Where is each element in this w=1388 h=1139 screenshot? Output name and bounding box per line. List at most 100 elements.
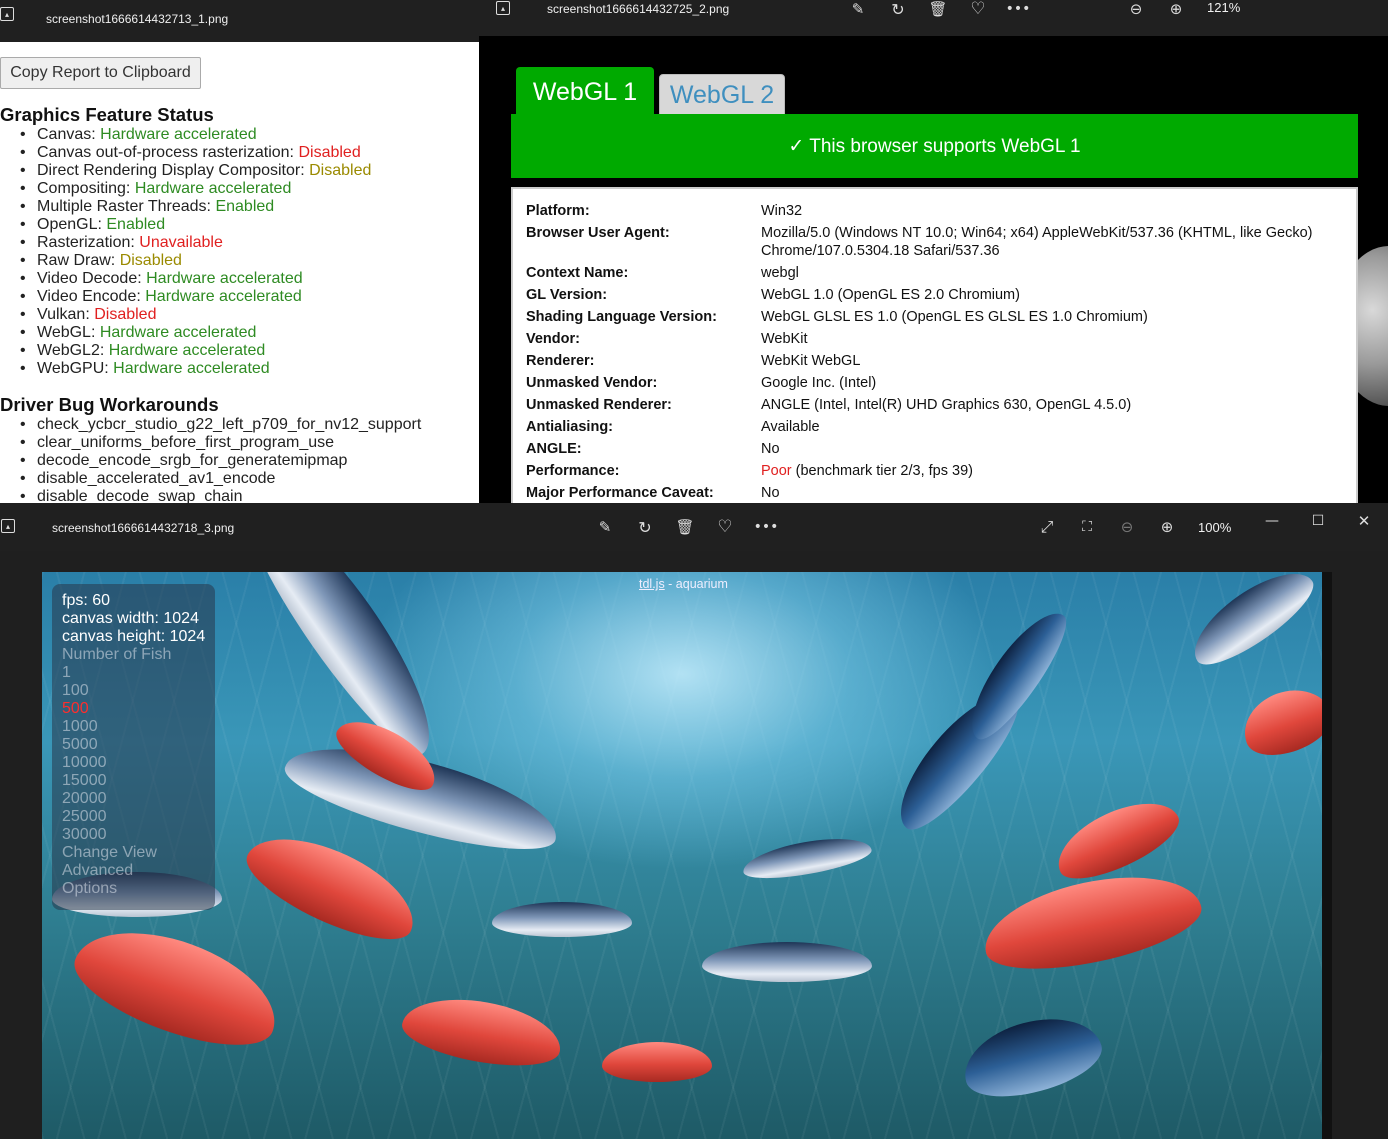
zoom-out-icon[interactable]: ⊖ (1125, 0, 1147, 18)
rotate-icon[interactable]: ↻ (887, 0, 909, 19)
info-value-text: Google Inc. (Intel) (761, 375, 877, 391)
fish-graphic (235, 817, 429, 957)
window-title: screenshot1666614432713_1.png (46, 12, 229, 26)
fish-count-option[interactable]: 1000 (62, 718, 98, 736)
more-icon[interactable]: ••• (754, 517, 779, 537)
aquarium-controls-panel: fps: 60 canvas width: 1024 canvas height: … (52, 584, 215, 910)
info-key: Context Name: (526, 265, 629, 281)
fish-graphic (1234, 678, 1322, 766)
close-icon[interactable]: ✕ (1354, 511, 1374, 531)
menu-item[interactable]: Options (62, 880, 117, 898)
tab-webgl1[interactable]: WebGL 1 (516, 67, 654, 117)
favorite-icon[interactable]: ♡ (714, 517, 736, 537)
workaround-item: check_ycbcr_studio_g22_left_p709_for_nv1… (20, 416, 421, 434)
info-key: Platform: (526, 203, 590, 219)
fish-count-option[interactable]: 10000 (62, 754, 107, 772)
feature-status: Enabled (215, 198, 275, 215)
aquarium-canvas[interactable]: tdl.js - aquarium (42, 572, 1322, 1139)
delete-icon[interactable]: 🗑 (927, 0, 949, 18)
feature-status-item: Vulkan: Disabled (20, 306, 371, 324)
workaround-list: check_ycbcr_studio_g22_left_p709_for_nv1… (20, 416, 421, 503)
feature-status-item: Canvas out-of-process rasterization: Dis… (20, 144, 371, 162)
feature-status-item: Direct Rendering Display Compositor: Dis… (20, 162, 371, 180)
feature-name: Rasterization: (37, 234, 140, 251)
tdl-link[interactable]: tdl.js (639, 577, 665, 591)
fit-window-icon[interactable]: ⛶ (1076, 517, 1098, 537)
fish-count-option[interactable]: 100 (62, 682, 89, 700)
stat-line: canvas width: 1024 (62, 610, 199, 627)
maximize-icon[interactable]: ☐ (1308, 511, 1328, 531)
info-key: ANGLE: (526, 441, 582, 457)
feature-name: Video Encode: (37, 288, 146, 305)
feature-name: WebGL2: (37, 342, 109, 359)
webgl-info-table: Platform: Win32 Browser User Agent: Mozilla… (511, 187, 1358, 503)
feature-status: Hardware accelerated (99, 324, 257, 341)
zoom-level: 121% (1207, 0, 1241, 15)
fish-count-option[interactable]: 1 (62, 664, 71, 682)
gpu-content: Copy Report to Clipboard Graphics Featur… (0, 42, 479, 503)
feature-status-item: Compositing: Hardware accelerated (20, 180, 371, 198)
title-bar: ▴ screenshot1666614432713_1.png (0, 0, 479, 42)
feature-status-item: Video Encode: Hardware accelerated (20, 288, 371, 306)
canvas-title-rest: - aquarium (664, 577, 728, 591)
favorite-icon[interactable]: ♡ (967, 0, 989, 19)
fish-count-option[interactable]: 30000 (62, 826, 107, 844)
zoom-in-icon[interactable]: ⊕ (1165, 0, 1187, 18)
tab-webgl2[interactable]: WebGL 2 (659, 74, 785, 117)
info-key: Performance: (526, 463, 620, 479)
fish-count-option[interactable]: 20000 (62, 790, 107, 808)
info-value-text: Win32 (761, 203, 803, 219)
fish-count-option[interactable]: 500 (62, 700, 89, 718)
menu-item[interactable]: Change View (62, 844, 157, 862)
feature-status-item: WebGL: Hardware accelerated (20, 324, 371, 342)
gpu-report-window: ▴ screenshot1666614432713_1.png Copy Rep… (0, 0, 479, 503)
info-value-text: WebGL 1.0 (OpenGL ES 2.0 Chromium) (761, 287, 1020, 303)
info-value-text: No (761, 485, 780, 501)
info-key: Antialiasing: (526, 419, 614, 435)
zoom-in-icon[interactable]: ⊕ (1156, 517, 1178, 537)
feature-name: OpenGL: (37, 216, 107, 233)
stat-line: canvas height: 1024 (62, 628, 206, 645)
menu-item[interactable]: Advanced (62, 862, 133, 880)
fullscreen-icon[interactable]: ⤢ (1036, 517, 1058, 537)
feature-name: Direct Rendering Display Compositor: (37, 162, 310, 179)
copy-report-button[interactable]: Copy Report to Clipboard (0, 57, 201, 89)
support-banner: ✓ This browser supports WebGL 1 (511, 114, 1358, 178)
feature-status: Hardware accelerated (146, 270, 303, 287)
delete-icon[interactable]: 🗑 (674, 517, 696, 537)
rotate-icon[interactable]: ↻ (634, 517, 656, 537)
fish-graphic (1180, 572, 1322, 678)
feature-status-item: WebGL2: Hardware accelerated (20, 342, 371, 360)
fish-graphic (602, 1042, 712, 1082)
info-value-text: Available (761, 419, 820, 435)
info-value: WebGL GLSL ES 1.0 (OpenGL ES GLSL ES 1.0… (761, 309, 1148, 325)
edit-icon[interactable]: ✎ (847, 0, 869, 18)
feature-name: Canvas out-of-process rasterization: (37, 144, 299, 161)
feature-name: Raw Draw: (37, 252, 120, 269)
feature-name: Vulkan: (37, 306, 95, 323)
info-value-text: (benchmark tier 2/3, fps 39) (791, 463, 973, 479)
fish-count-option[interactable]: 25000 (62, 808, 107, 826)
workaround-item: clear_uniforms_before_first_program_use (20, 434, 421, 452)
more-icon[interactable]: ••• (1006, 0, 1031, 18)
zoom-out-icon[interactable]: ⊖ (1116, 517, 1138, 537)
feature-status-item: WebGPU: Hardware accelerated (20, 360, 371, 378)
image-app-icon: ▴ (0, 7, 14, 21)
info-value-text: WebGL GLSL ES 1.0 (OpenGL ES GLSL ES 1.0… (761, 309, 1148, 325)
feature-name: Compositing: (37, 180, 135, 197)
fish-count-option[interactable]: 5000 (62, 736, 98, 754)
info-key: Vendor: (526, 331, 580, 347)
feature-status: Disabled (119, 252, 182, 269)
fish-count-option[interactable]: 15000 (62, 772, 107, 790)
minimize-icon[interactable]: — (1262, 511, 1282, 531)
info-key: Unmasked Vendor: (526, 375, 658, 391)
feature-status: Hardware accelerated (145, 288, 302, 305)
info-value: WebGL 1.0 (OpenGL ES 2.0 Chromium) (761, 287, 1020, 303)
feature-status-heading: Graphics Feature Status (0, 104, 214, 125)
edit-icon[interactable]: ✎ (594, 517, 616, 537)
info-value-text: WebKit (761, 331, 808, 347)
info-value: Poor (benchmark tier 2/3, fps 39) (761, 463, 973, 479)
canvas-title: tdl.js - aquarium (639, 577, 728, 591)
window-title: screenshot1666614432725_2.png (547, 2, 730, 16)
feature-status: Hardware accelerated (108, 342, 266, 359)
